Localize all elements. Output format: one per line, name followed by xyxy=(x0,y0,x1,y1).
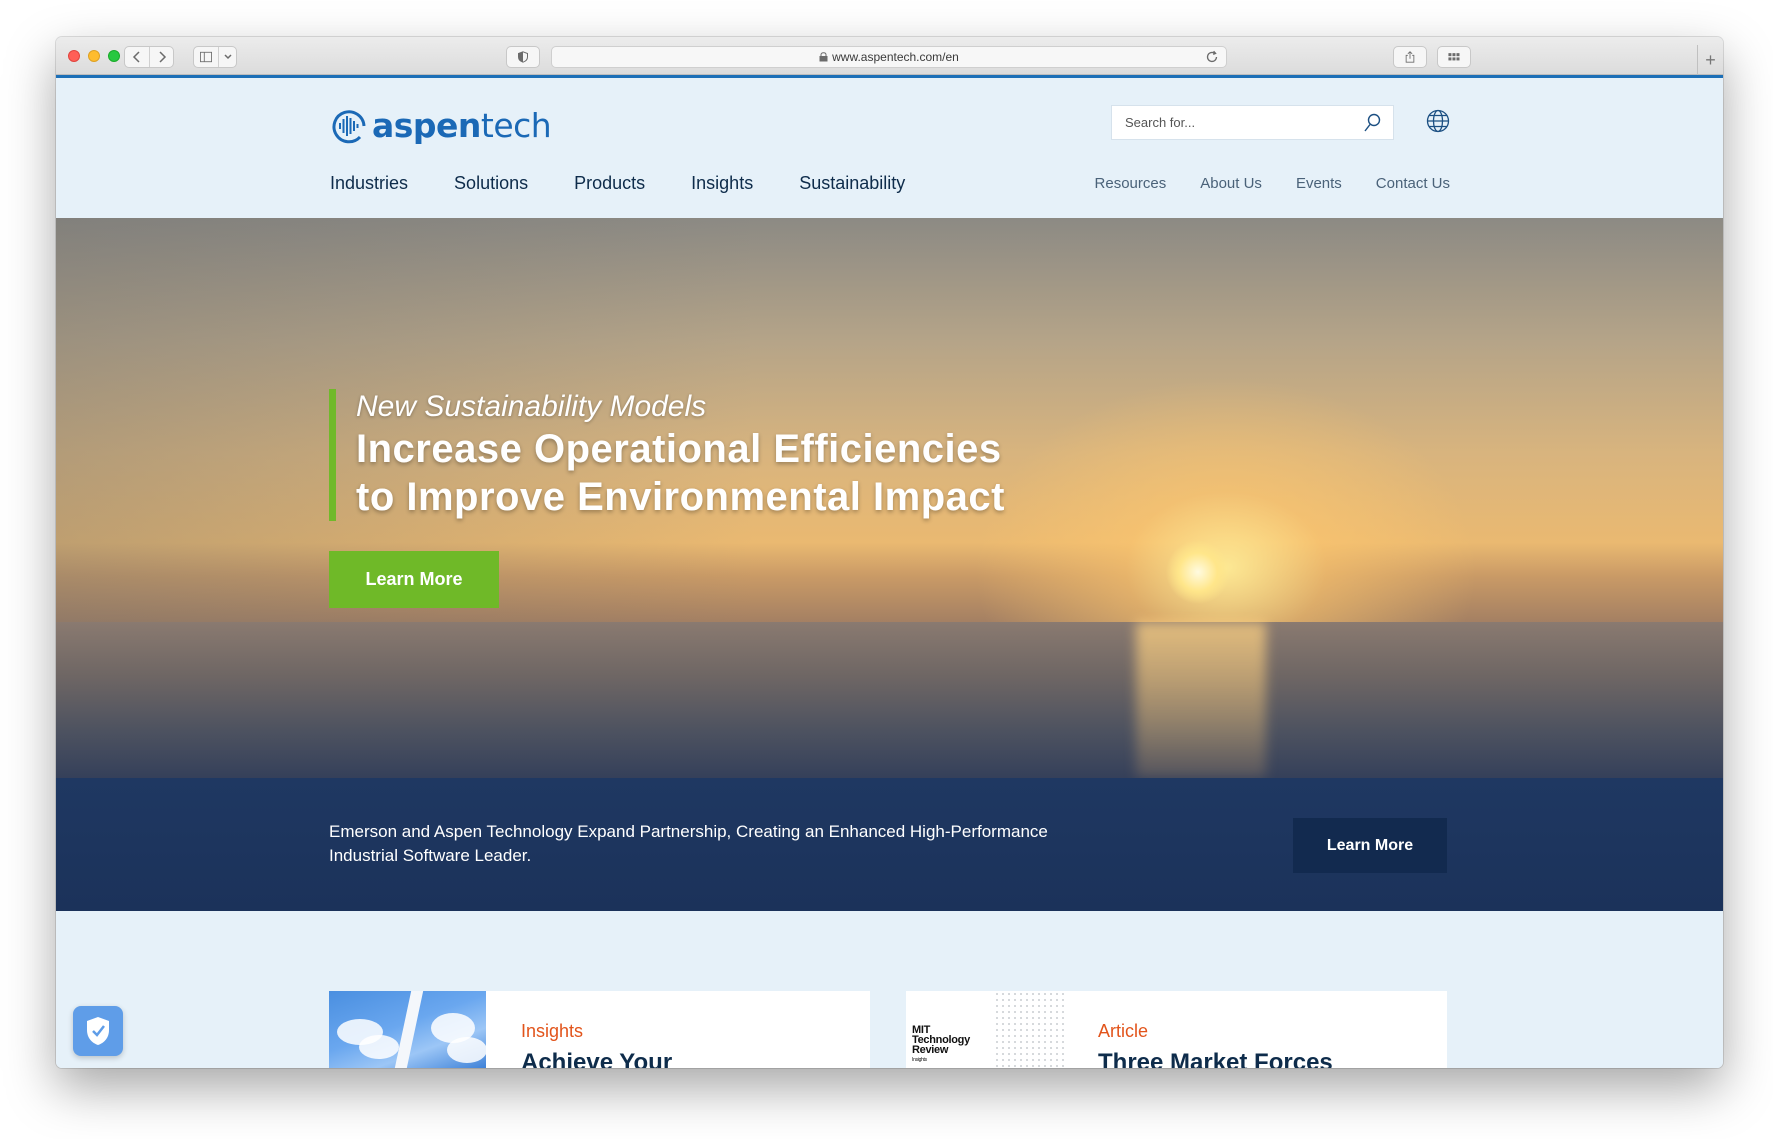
hero-title-line-1: Increase Operational Efficiencies xyxy=(356,427,1002,471)
hero-learn-more-button[interactable]: Learn More xyxy=(329,551,499,608)
lock-icon xyxy=(819,52,828,62)
share-button[interactable] xyxy=(1394,47,1426,67)
card-category: Article xyxy=(1098,1021,1149,1041)
close-window-button[interactable] xyxy=(68,50,80,62)
hero-sun xyxy=(1166,540,1230,604)
util-item-contact-us[interactable]: Contact Us xyxy=(1376,175,1450,192)
nav-item-solutions[interactable]: Solutions xyxy=(454,173,528,194)
plus-icon: + xyxy=(1705,49,1716,70)
card-image-mit-review: MIT Technology Review Insights xyxy=(906,991,1064,1068)
logo-wordmark-bold: aspen xyxy=(372,106,481,145)
site-search xyxy=(1111,105,1394,140)
tab-overview-button[interactable] xyxy=(1438,47,1470,67)
chevron-right-icon xyxy=(158,51,166,63)
sidebar-icon xyxy=(200,51,212,63)
hero-copy: New Sustainability Models Increase Opera… xyxy=(329,389,1005,521)
hero-sun-reflection xyxy=(1136,622,1266,778)
browser-toolbar: www.aspentech.com/en + xyxy=(56,37,1723,75)
globe-icon[interactable] xyxy=(1426,109,1450,133)
chevron-down-icon xyxy=(223,54,232,60)
mit-technology-review-logo: MIT Technology Review Insights xyxy=(912,1024,970,1064)
card-title: Three Market Forces xyxy=(1098,1049,1333,1068)
aspentech-logo[interactable]: aspentech xyxy=(330,106,552,145)
grid-icon xyxy=(1448,53,1460,61)
back-button[interactable] xyxy=(125,47,149,67)
share-icon xyxy=(1405,51,1415,63)
nav-item-industries[interactable]: Industries xyxy=(330,173,408,194)
nav-item-insights[interactable]: Insights xyxy=(691,173,753,194)
feature-card-insights[interactable]: Insights Achieve Your xyxy=(329,991,870,1068)
aspentech-logo-icon xyxy=(332,109,366,143)
util-item-resources[interactable]: Resources xyxy=(1095,175,1167,192)
card-category: Insights xyxy=(521,1021,584,1041)
hero-sea xyxy=(56,622,1723,778)
card-image-rocket-sky xyxy=(329,991,487,1068)
site-header: aspentech Industries Solutions Products … xyxy=(56,78,1723,218)
banner-learn-more-button[interactable]: Learn More xyxy=(1293,818,1447,873)
privacy-report-button[interactable] xyxy=(507,47,539,67)
share-control xyxy=(1393,46,1427,68)
search-input[interactable] xyxy=(1125,115,1355,130)
logo-wordmark: aspentech xyxy=(372,106,552,145)
hero-title-line-2: to Improve Environmental Impact xyxy=(356,475,1005,519)
history-nav xyxy=(124,46,174,68)
banner-text: Emerson and Aspen Technology Expand Part… xyxy=(329,822,1048,865)
privacy-report xyxy=(506,46,540,68)
main-nav: Industries Solutions Products Insights S… xyxy=(330,173,951,194)
sidebar-menu-button[interactable] xyxy=(218,47,236,67)
util-item-events[interactable]: Events xyxy=(1296,175,1342,192)
privacy-shield-button[interactable] xyxy=(73,1006,123,1056)
card-title: Achieve Your xyxy=(521,1049,673,1068)
new-tab-button[interactable]: + xyxy=(1697,45,1723,75)
utility-nav: Resources About Us Events Contact Us xyxy=(1061,175,1450,192)
feature-card-article[interactable]: MIT Technology Review Insights Article T… xyxy=(906,991,1447,1068)
shield-half-icon xyxy=(518,51,528,63)
sidebar-controls xyxy=(193,46,237,68)
hero-section: New Sustainability Models Increase Opera… xyxy=(56,218,1723,778)
nav-item-sustainability[interactable]: Sustainability xyxy=(799,173,905,194)
chevron-left-icon xyxy=(132,51,140,63)
address-bar[interactable]: www.aspentech.com/en xyxy=(551,46,1227,68)
util-item-about-us[interactable]: About Us xyxy=(1200,175,1262,192)
sidebar-toggle-button[interactable] xyxy=(194,47,218,67)
forward-button[interactable] xyxy=(149,47,173,67)
browser-window: www.aspentech.com/en + aspentech Search … xyxy=(56,37,1723,1068)
tab-overview-control xyxy=(1437,46,1471,68)
announcement-banner: Emerson and Aspen Technology Expand Part… xyxy=(56,778,1723,911)
featured-cards: Insights Achieve Your MIT Technology Rev… xyxy=(56,911,1723,1068)
logo-wordmark-light: tech xyxy=(480,106,552,145)
search-icon[interactable] xyxy=(1363,113,1381,133)
nav-item-products[interactable]: Products xyxy=(574,173,645,194)
shield-check-icon xyxy=(87,1017,109,1045)
zoom-window-button[interactable] xyxy=(108,50,120,62)
url-text: www.aspentech.com/en xyxy=(832,50,959,64)
hero-kicker: New Sustainability Models xyxy=(356,390,707,423)
reload-icon[interactable] xyxy=(1205,50,1219,64)
minimize-window-button[interactable] xyxy=(88,50,100,62)
